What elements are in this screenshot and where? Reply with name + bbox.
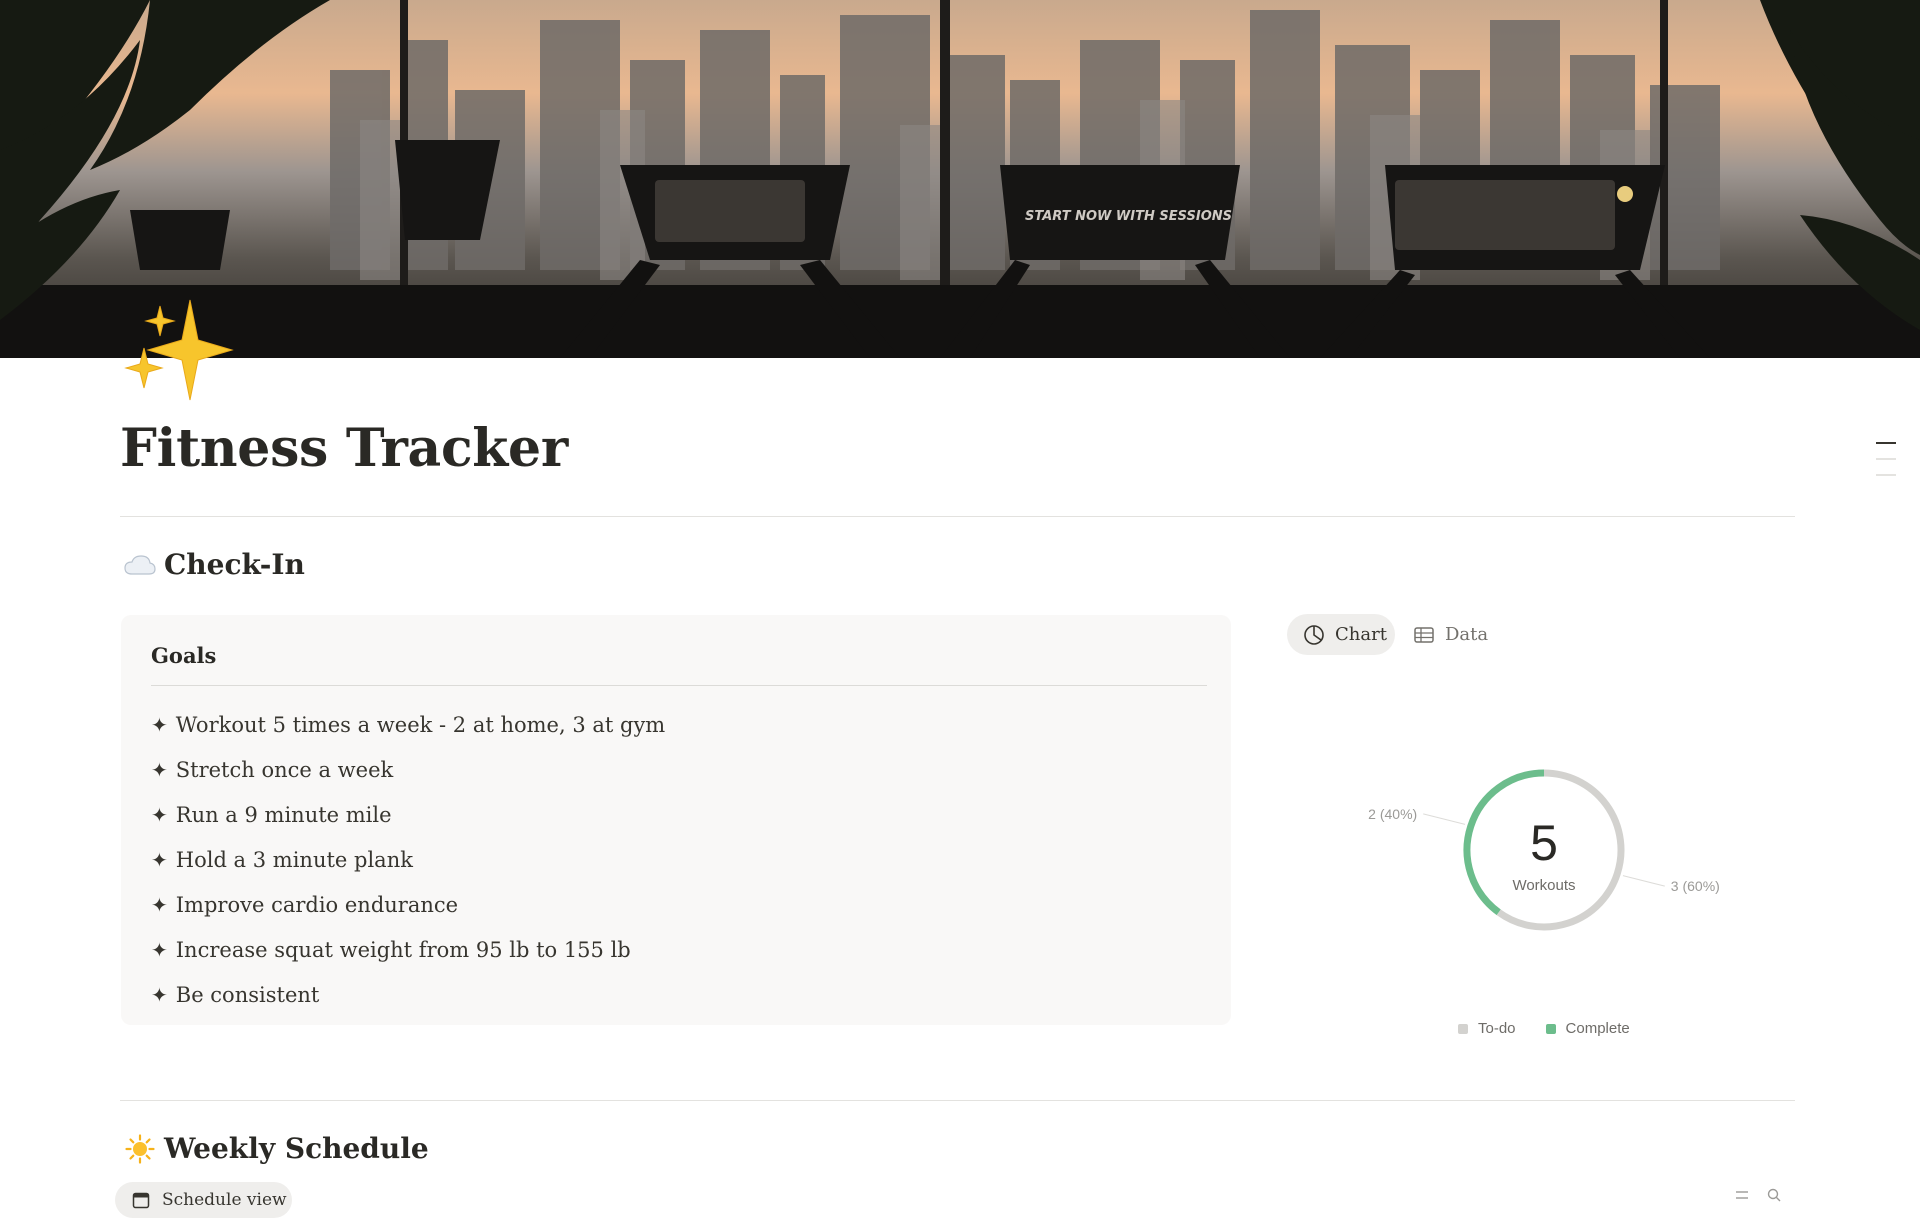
goals-callout: Goals ✦ Workout 5 times a week - 2 at hom… xyxy=(121,615,1231,1025)
chart-center-label: Workouts xyxy=(1512,877,1575,894)
goal-text: Improve cardio endurance xyxy=(175,893,459,917)
list-item: ✦ Increase squat weight from 95 lb to 155… xyxy=(151,928,665,973)
four-point-star-icon: ✦ xyxy=(151,713,168,737)
cloud-icon xyxy=(122,550,158,580)
chart-legend: To-do Complete xyxy=(1458,1020,1660,1037)
table-of-contents-indicator[interactable] xyxy=(1876,442,1896,490)
weekly-schedule-heading-text: Weekly Schedule xyxy=(164,1132,429,1165)
legend-item-complete[interactable]: Complete xyxy=(1545,1020,1630,1037)
view-options xyxy=(1735,1188,1799,1202)
list-item: ✦ Run a 9 minute mile xyxy=(151,793,665,838)
donut-data-label: 3 (60%) xyxy=(1671,878,1720,894)
divider xyxy=(120,1100,1795,1101)
toc-line[interactable] xyxy=(1876,458,1896,460)
checkin-heading: Check-In xyxy=(122,548,305,581)
goal-text: Run a 9 minute mile xyxy=(175,803,392,827)
goal-text: Be consistent xyxy=(175,983,320,1007)
tab-chart-label: Chart xyxy=(1335,624,1387,645)
page-title: Fitness Tracker xyxy=(120,418,568,479)
legend-item-todo[interactable]: To-do xyxy=(1458,1020,1516,1037)
goals-divider xyxy=(151,685,1207,686)
cover-illustration: START NOW WITH SESSIONS xyxy=(0,0,1920,358)
sparkles-icon[interactable] xyxy=(120,296,245,411)
tab-schedule-view[interactable]: Schedule view xyxy=(115,1182,292,1218)
calendar-icon xyxy=(132,1191,150,1209)
checkin-heading-text: Check-In xyxy=(164,548,305,581)
list-item: ✦ Hold a 3 minute plank xyxy=(151,838,665,883)
legend-swatch xyxy=(1458,1023,1468,1034)
tab-schedule-view-label: Schedule view xyxy=(162,1190,287,1210)
tab-chart[interactable]: Chart xyxy=(1287,614,1395,655)
workouts-donut-chart[interactable]: 5 Workouts 2 (40%) 3 (60%) xyxy=(1320,720,1740,990)
donut-leader-line xyxy=(1622,875,1665,887)
pie-chart-icon xyxy=(1303,624,1325,646)
cover-image: START NOW WITH SESSIONS xyxy=(0,0,1920,358)
four-point-star-icon: ✦ xyxy=(151,938,168,962)
four-point-star-icon: ✦ xyxy=(151,893,168,917)
table-icon xyxy=(1413,624,1435,646)
list-item: ✦ Stretch once a week xyxy=(151,748,665,793)
tab-data[interactable]: Data xyxy=(1413,614,1503,655)
cover-screen-text: START NOW WITH SESSIONS xyxy=(1025,209,1232,224)
toc-line-active[interactable] xyxy=(1876,442,1896,444)
donut-data-label: 2 (40%) xyxy=(1368,806,1417,822)
search-icon[interactable] xyxy=(1767,1188,1781,1202)
toc-line[interactable] xyxy=(1876,474,1896,476)
goals-title: Goals xyxy=(151,643,217,668)
list-item: ✦ Improve cardio endurance xyxy=(151,883,665,928)
legend-label: Complete xyxy=(1565,1020,1630,1037)
divider xyxy=(120,516,1795,517)
sun-icon xyxy=(122,1133,158,1164)
weekly-schedule-heading: Weekly Schedule xyxy=(122,1132,429,1165)
tab-data-label: Data xyxy=(1445,624,1489,645)
goal-text: Increase squat weight from 95 lb to 155 … xyxy=(175,938,631,962)
four-point-star-icon: ✦ xyxy=(151,803,168,827)
goal-text: Stretch once a week xyxy=(175,758,394,782)
four-point-star-icon: ✦ xyxy=(151,758,168,782)
four-point-star-icon: ✦ xyxy=(151,848,168,872)
list-item: ✦ Be consistent xyxy=(151,973,665,1018)
goal-text: Workout 5 times a week - 2 at home, 3 at… xyxy=(175,713,666,737)
legend-label: To-do xyxy=(1478,1020,1516,1037)
goals-list: ✦ Workout 5 times a week - 2 at home, 3 a… xyxy=(151,703,665,1018)
chart-center-value: 5 xyxy=(1530,815,1558,871)
donut-slice-todo[interactable] xyxy=(1496,769,1625,931)
legend-swatch xyxy=(1545,1023,1556,1034)
sliders-icon[interactable] xyxy=(1735,1188,1749,1202)
four-point-star-icon: ✦ xyxy=(151,983,168,1007)
goal-text: Hold a 3 minute plank xyxy=(175,848,413,872)
list-item: ✦ Workout 5 times a week - 2 at home, 3 a… xyxy=(151,703,665,748)
donut-leader-line xyxy=(1423,813,1466,825)
